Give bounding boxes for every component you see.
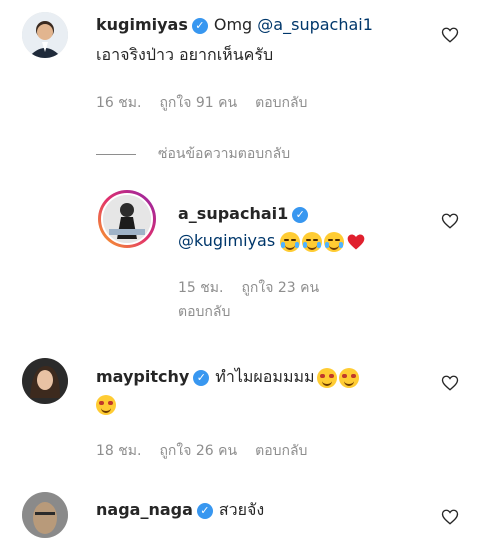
comment-meta-kugimiyas: 16 ชม. ถูกใจ 91 คน ตอบกลับ (96, 92, 325, 114)
verified-badge-icon: ✓ (196, 502, 213, 519)
comment-text-maypitchy: ทำไมผอมมมม (215, 367, 315, 386)
heart-outline-icon[interactable] (441, 212, 459, 230)
red-heart-emoji-icon (347, 234, 365, 249)
username-maypitchy[interactable]: maypitchy (96, 367, 189, 386)
comment-text-kugimiyas: Omg (213, 15, 258, 34)
heart-outline-icon[interactable] (441, 508, 459, 526)
mention-kugimiyas[interactable]: @kugimiyas (178, 231, 275, 250)
verified-badge-icon: ✓ (292, 206, 309, 223)
mention-a-supachai1[interactable]: @a_supachai1 (257, 15, 373, 34)
like-count[interactable]: ถูกใจ 26 คน (159, 443, 237, 459)
timestamp[interactable]: 18 ชม. (96, 443, 141, 459)
avatar-a-supachai1 (101, 193, 153, 245)
like-count[interactable]: ถูกใจ 91 คน (159, 95, 237, 111)
comment-header-kugimiyas: kugimiyas ✓ Omg @a_supachai1 (96, 12, 456, 38)
verified-badge-icon: ✓ (191, 17, 208, 34)
reply-meta-a-supachai1: 15 ชม. ถูกใจ 23 คน ตอบกลับ (178, 276, 398, 324)
verified-badge-icon: ✓ (193, 369, 210, 386)
heart-eyes-emoji-icon (96, 394, 116, 415)
avatar-portrait-icon (22, 492, 68, 538)
comment-header-maypitchy: maypitchy ✓ ทำไมผอมมมม (96, 364, 436, 390)
avatar-portrait-icon (22, 358, 68, 404)
reply-button[interactable]: ตอบกลับ (255, 443, 307, 459)
reply-button[interactable]: ตอบกลับ (255, 95, 307, 111)
comment-text-line2-kugimiyas: เอาจริงป่าว อยากเห็นครับ (96, 45, 274, 64)
reply-text-a-supachai1: @kugimiyas (178, 228, 366, 254)
heart-eyes-emoji-icon (338, 367, 359, 388)
like-count[interactable]: ถูกใจ 23 คน (241, 280, 319, 296)
timestamp[interactable]: 15 ชม. (178, 280, 223, 296)
comment-meta-maypitchy: 18 ชม. ถูกใจ 26 คน ตอบกลับ (96, 440, 325, 462)
avatar-portrait-icon (103, 195, 151, 243)
story-ring-a-supachai1[interactable] (98, 190, 156, 248)
timestamp[interactable]: 16 ชม. (96, 95, 141, 111)
tears-of-joy-emoji-icon (280, 231, 301, 252)
reply-button[interactable]: ตอบกลับ (178, 304, 230, 320)
tears-of-joy-emoji-icon (302, 231, 323, 252)
reply-header-a-supachai1: a_supachai1 ✓ (178, 204, 314, 223)
comment-text-line2-maypitchy (96, 394, 118, 415)
heart-outline-icon[interactable] (441, 26, 459, 44)
username-kugimiyas[interactable]: kugimiyas (96, 15, 188, 34)
avatar-maypitchy[interactable] (22, 358, 68, 404)
tears-of-joy-emoji-icon (324, 231, 345, 252)
heart-eyes-emoji-icon (316, 367, 337, 388)
hide-replies-line (96, 154, 136, 155)
heart-outline-icon[interactable] (441, 374, 459, 392)
comment-header-naga-naga: naga_naga ✓ สวยจัง (96, 497, 264, 523)
username-a-supachai1[interactable]: a_supachai1 (178, 204, 288, 223)
avatar-naga-naga[interactable] (22, 492, 68, 538)
avatar-kugimiyas[interactable] (22, 12, 68, 58)
hide-replies-button[interactable]: ซ่อนข้อความตอบกลับ (158, 143, 290, 165)
username-naga-naga[interactable]: naga_naga (96, 500, 193, 519)
comment-text-naga-naga: สวยจัง (218, 500, 265, 519)
avatar-portrait-icon (22, 12, 68, 58)
